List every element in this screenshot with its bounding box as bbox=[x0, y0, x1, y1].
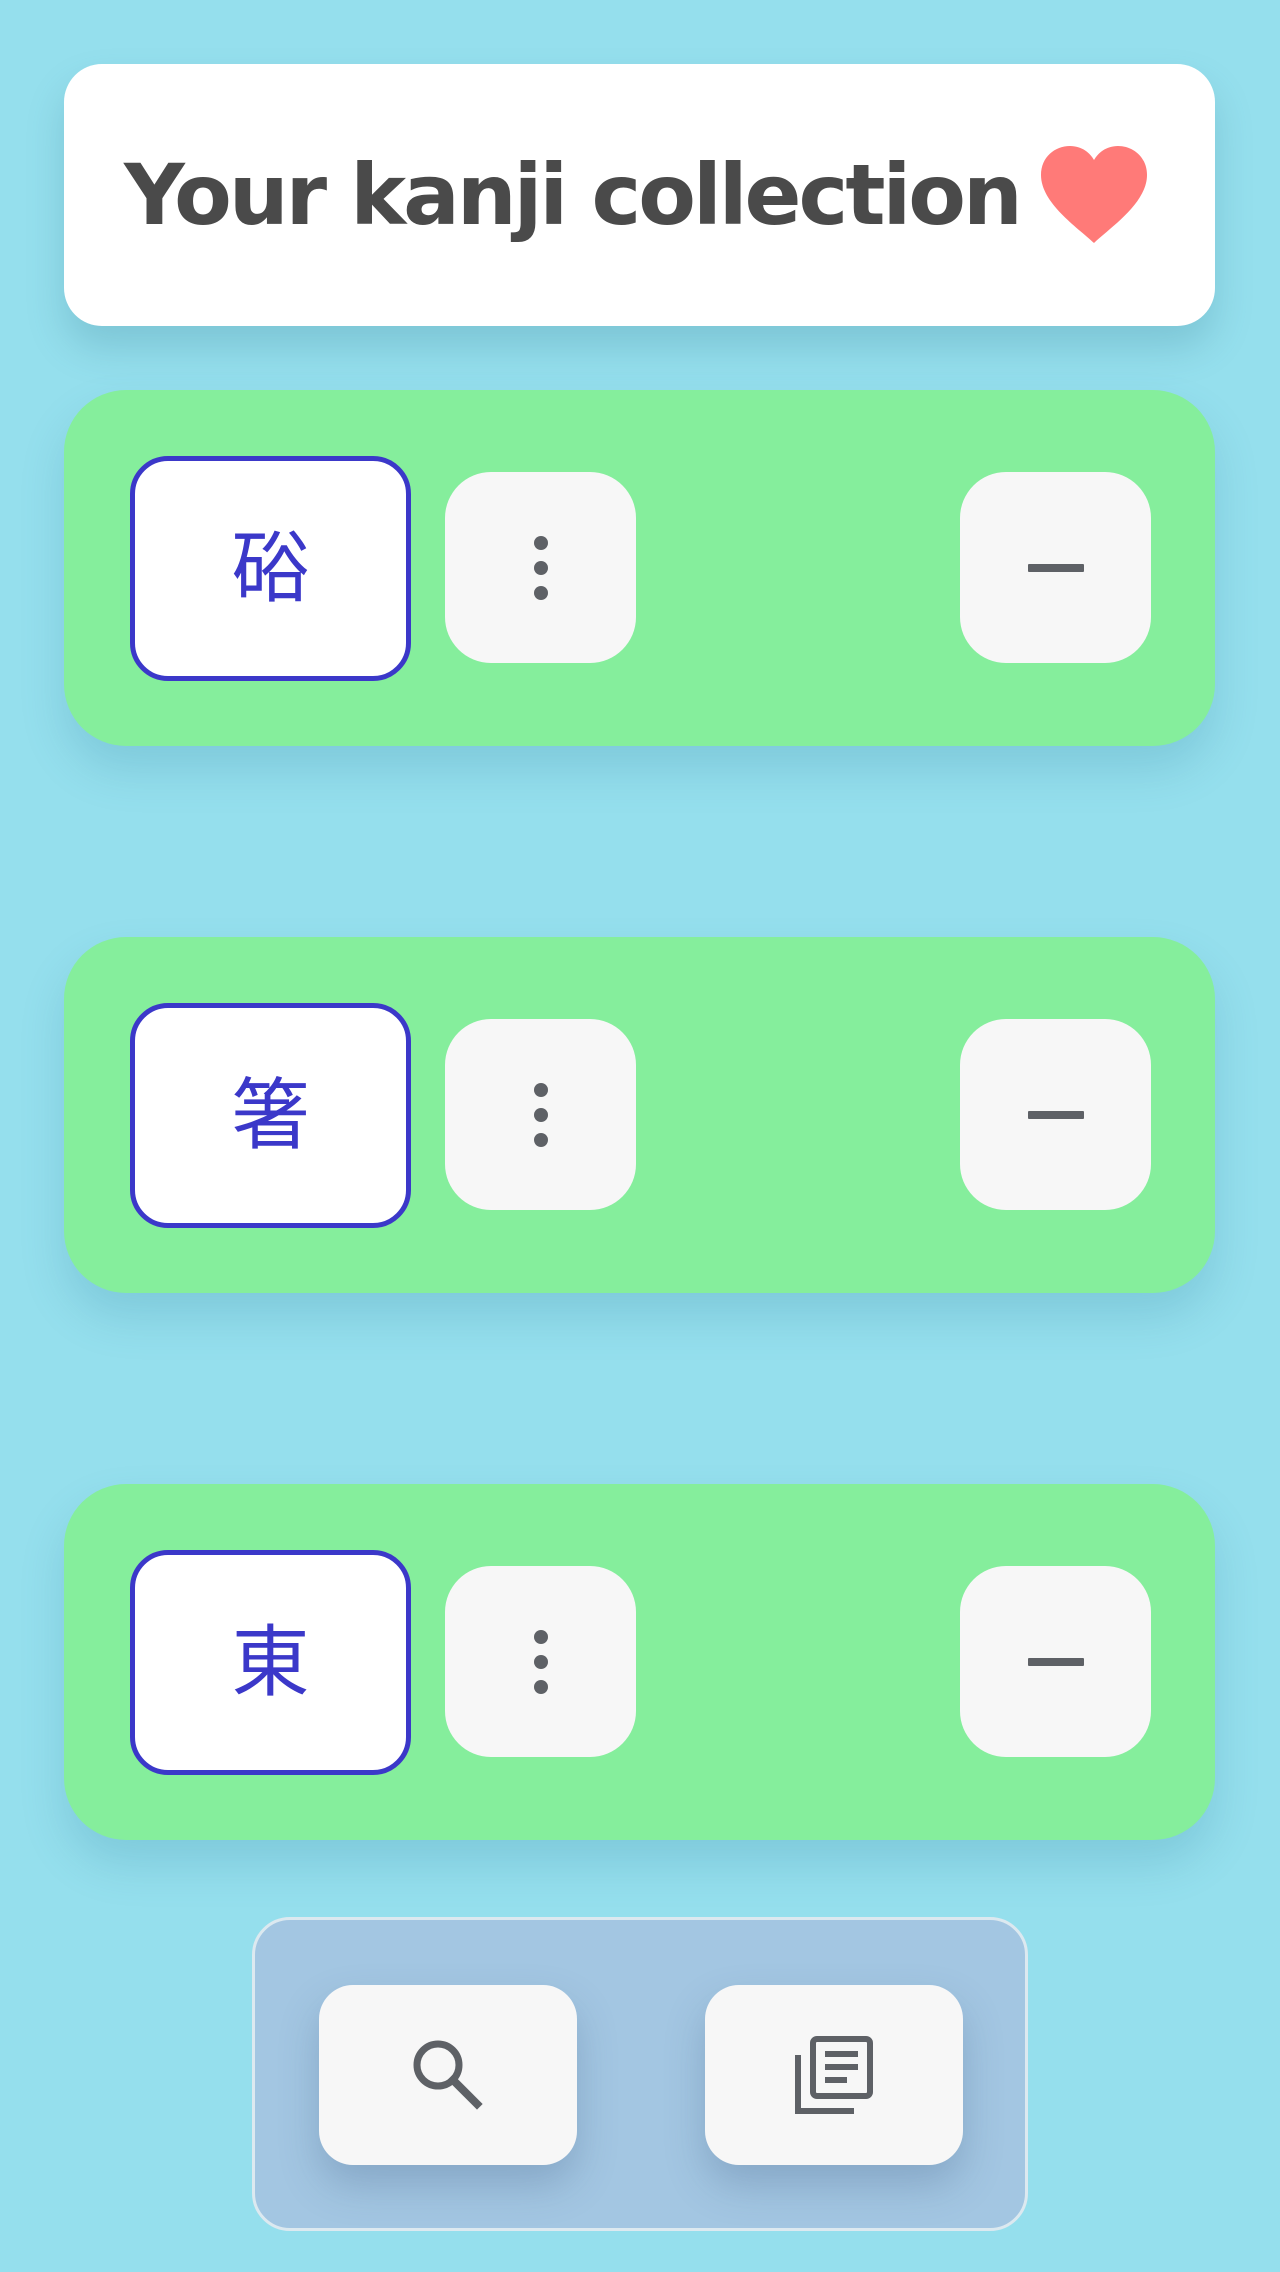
kanji-character: 箸 bbox=[231, 1070, 310, 1161]
more-options-button[interactable] bbox=[445, 1019, 636, 1210]
remove-kanji-button[interactable] bbox=[960, 1566, 1151, 1757]
remove-kanji-button[interactable] bbox=[960, 472, 1151, 663]
more-vertical-icon bbox=[533, 1082, 548, 1147]
more-options-button[interactable] bbox=[445, 472, 636, 663]
library-books-icon bbox=[795, 2036, 873, 2114]
header-card: Your kanji collection bbox=[64, 64, 1215, 326]
more-options-button[interactable] bbox=[445, 1566, 636, 1757]
bottom-nav-bar bbox=[252, 1917, 1028, 2231]
kanji-list-button[interactable] bbox=[705, 1985, 963, 2165]
more-vertical-icon bbox=[533, 535, 548, 600]
kanji-card[interactable]: 硲 bbox=[130, 456, 411, 681]
search-button[interactable] bbox=[319, 1985, 577, 2165]
minus-icon bbox=[1027, 563, 1084, 572]
kanji-card[interactable]: 東 bbox=[130, 1550, 411, 1775]
kanji-row: 東 bbox=[64, 1484, 1215, 1840]
kanji-row: 硲 bbox=[64, 390, 1215, 746]
remove-kanji-button[interactable] bbox=[960, 1019, 1151, 1210]
kanji-row: 箸 bbox=[64, 937, 1215, 1293]
kanji-character: 東 bbox=[231, 1617, 310, 1708]
page-title: Your kanji collection bbox=[124, 146, 1023, 244]
more-vertical-icon bbox=[533, 1629, 548, 1694]
search-icon bbox=[413, 2040, 483, 2110]
heart-icon[interactable] bbox=[1039, 145, 1149, 245]
minus-icon bbox=[1027, 1657, 1084, 1666]
kanji-character: 硲 bbox=[231, 523, 310, 614]
kanji-card[interactable]: 箸 bbox=[130, 1003, 411, 1228]
minus-icon bbox=[1027, 1110, 1084, 1119]
